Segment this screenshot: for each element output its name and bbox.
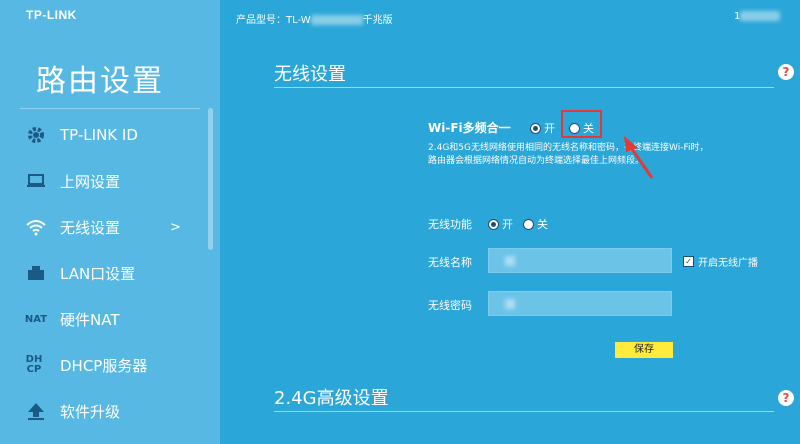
- chevron-right-icon: >: [170, 219, 181, 235]
- redacted-text: [740, 11, 781, 21]
- sidebar-scrollbar[interactable]: [208, 108, 213, 250]
- radio-checked-icon: [488, 218, 499, 230]
- wifi-icon: [24, 215, 48, 239]
- redacted-text: [310, 15, 363, 25]
- redacted-text: [505, 256, 515, 266]
- radio-unchecked-icon: [523, 218, 534, 230]
- sidebar-nav: TP-LINK ID 上网设置 无线设置 > LAN口设置 NAT 硬件NAT: [0, 112, 205, 434]
- sidebar-item-label: 软件升级: [60, 402, 121, 421]
- tp-link-logo: TP-LINK: [26, 8, 77, 22]
- section-divider: [274, 87, 774, 88]
- ethernet-port-icon: [24, 261, 48, 285]
- save-button[interactable]: 保存: [615, 342, 673, 358]
- section-divider: [274, 411, 774, 412]
- sidebar-item-wireless[interactable]: 无线设置 >: [0, 204, 205, 250]
- annotation-highlight-box: [561, 110, 602, 138]
- description-line: 路由器会根据网络情况自动为终端选择最佳上网频段。: [428, 156, 645, 166]
- help-icon[interactable]: ?: [778, 64, 794, 80]
- ssid-input[interactable]: [488, 248, 672, 273]
- sidebar-item-label: 无线设置: [60, 218, 121, 237]
- header-user-info: 1: [734, 11, 781, 22]
- sidebar-item-nat[interactable]: NAT 硬件NAT: [0, 296, 205, 342]
- wireless-off-radio[interactable]: 关: [523, 216, 548, 232]
- sidebar-divider: [20, 108, 200, 109]
- password-input[interactable]: [488, 291, 672, 316]
- sidebar-item-label: LAN口设置: [60, 264, 136, 283]
- redacted-text: [505, 299, 515, 309]
- gear-icon: [24, 123, 48, 147]
- sidebar-item-lan[interactable]: LAN口设置: [0, 250, 205, 296]
- multiband-on-radio[interactable]: 开: [530, 120, 555, 136]
- ssid-label: 无线名称: [428, 256, 472, 269]
- sidebar-item-label: DHCP服务器: [60, 356, 148, 375]
- wireless-function-radio-group: 开 关: [488, 216, 558, 232]
- dhcp-icon: DH CP: [25, 354, 43, 375]
- radio-checked-icon: [530, 122, 541, 134]
- product-model: 产品型号：TL-W 千兆版: [236, 11, 393, 26]
- radio-label: 关: [537, 218, 548, 231]
- multiband-label: Wi-Fi多频合一: [428, 121, 511, 135]
- multiband-description: 2.4G和5G无线网络使用相同的无线名称和密码，在终端连接Wi-Fi时， 路由器…: [428, 142, 768, 168]
- section-title-wireless: 无线设置: [274, 64, 346, 85]
- sidebar: TP-LINK 路由设置 TP-LINK ID 上网设置 无线设置 > LAN口…: [0, 0, 220, 444]
- radio-label: 开: [502, 218, 513, 231]
- checkbox-checked-icon: ✓: [683, 256, 694, 267]
- sidebar-item-dhcp[interactable]: DH CP DHCP服务器: [0, 342, 205, 388]
- broadcast-label: 开启无线广播: [698, 258, 758, 269]
- sidebar-item-label: 上网设置: [60, 172, 121, 191]
- upload-icon: [24, 399, 48, 423]
- nat-icon: NAT: [24, 313, 48, 325]
- password-label: 无线密码: [428, 299, 472, 312]
- help-icon[interactable]: ?: [778, 390, 794, 406]
- sidebar-item-upgrade[interactable]: 软件升级: [0, 388, 205, 434]
- product-model-suffix: 千兆版: [362, 15, 393, 26]
- wireless-on-radio[interactable]: 开: [488, 216, 513, 232]
- sidebar-item-tplink-id[interactable]: TP-LINK ID: [0, 112, 205, 158]
- sidebar-item-label: 硬件NAT: [60, 310, 120, 329]
- section-title-24g-advanced: 2.4G高级设置: [274, 388, 389, 409]
- sidebar-title: 路由设置: [36, 64, 164, 99]
- sidebar-item-label: TP-LINK ID: [60, 126, 138, 144]
- wireless-function-label: 无线功能: [428, 218, 472, 231]
- sidebar-item-internet[interactable]: 上网设置: [0, 158, 205, 204]
- radio-label: 开: [544, 122, 555, 135]
- laptop-icon: [24, 169, 48, 193]
- broadcast-checkbox[interactable]: ✓ 开启无线广播: [683, 254, 758, 269]
- product-model-label: 产品型号：TL-W: [236, 15, 311, 26]
- description-line: 2.4G和5G无线网络使用相同的无线名称和密码，在终端连接Wi-Fi时，: [428, 143, 709, 153]
